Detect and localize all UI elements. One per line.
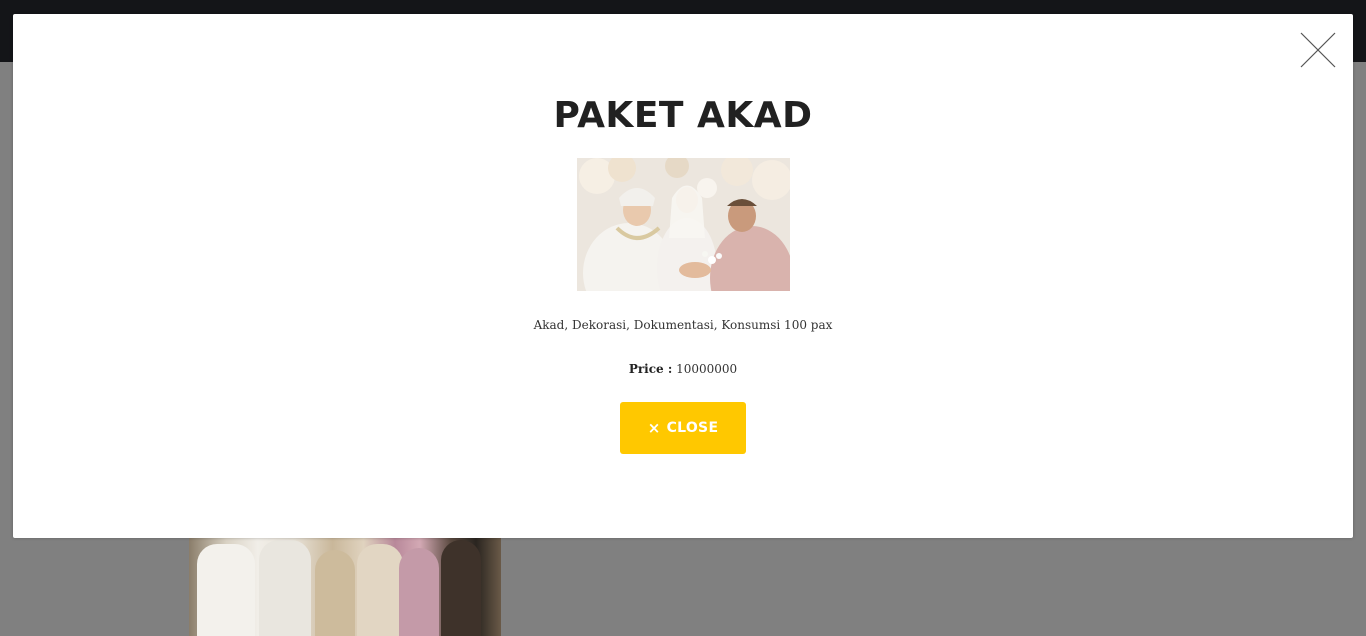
times-icon: × — [647, 418, 661, 437]
modal-dismiss-button[interactable] — [1300, 32, 1336, 68]
package-photo — [577, 158, 790, 291]
close-button[interactable]: × CLOSE — [620, 402, 746, 454]
page: PAKET AKAD Akad, Dekorasi, Dokumentasi, … — [0, 0, 1366, 636]
close-button-label: CLOSE — [666, 420, 719, 436]
price-label: Price : — [628, 362, 673, 376]
close-icon — [1300, 32, 1336, 68]
package-modal: PAKET AKAD Akad, Dekorasi, Dokumentasi, … — [13, 14, 1353, 538]
package-description: Akad, Dekorasi, Dokumentasi, Konsumsi 10… — [533, 318, 833, 332]
package-title: PAKET AKAD — [553, 95, 813, 136]
price-value: 10000000 — [676, 362, 738, 376]
package-price: Price : 10000000 — [13, 362, 1353, 376]
